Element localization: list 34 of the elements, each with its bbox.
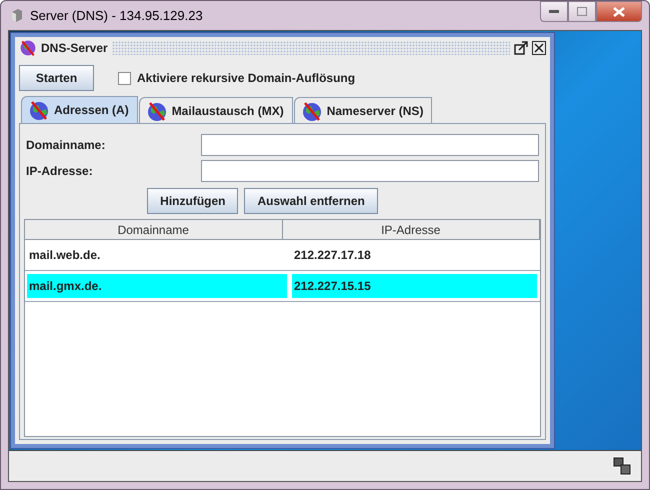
table-cell[interactable]: mail.gmx.de. — [27, 274, 287, 298]
table-cell[interactable]: 212.227.17.18 — [292, 243, 537, 267]
tab[interactable]: Mailaustausch (MX) — [138, 97, 293, 123]
checkbox-label: Aktiviere rekursive Domain-Auflösung — [137, 71, 356, 85]
checkbox[interactable] — [118, 72, 131, 84]
server-icon — [10, 8, 24, 24]
windows-icon[interactable] — [613, 457, 631, 475]
tab[interactable]: Adressen (A) — [21, 96, 138, 123]
close-button[interactable] — [596, 1, 642, 22]
column-header[interactable]: Domainname — [25, 220, 282, 239]
field-label: Domainname: — [25, 138, 106, 152]
globe-icon — [28, 99, 50, 121]
action-button[interactable]: Hinzufügen — [147, 188, 238, 214]
close-icon[interactable] — [532, 41, 546, 55]
globe-icon — [146, 100, 168, 122]
detach-icon[interactable] — [514, 41, 528, 55]
input-field[interactable] — [201, 134, 539, 156]
input-field[interactable] — [201, 160, 539, 182]
minimize-icon — [549, 10, 559, 14]
minimize-button[interactable] — [540, 1, 568, 22]
action-button[interactable]: Auswahl entfernen — [244, 188, 378, 214]
column-header[interactable]: IP-Adresse — [282, 220, 540, 239]
table-cell[interactable]: mail.web.de. — [27, 243, 287, 267]
maximize-icon — [577, 7, 587, 16]
frame-title: DNS-Server — [41, 41, 108, 55]
table-cell[interactable]: 212.227.15.15 — [292, 274, 537, 298]
tab[interactable]: Nameserver (NS) — [294, 97, 432, 123]
maximize-button[interactable] — [568, 1, 596, 22]
close-icon — [613, 6, 625, 16]
globe-icon — [300, 100, 323, 122]
start-button[interactable]: Starten — [19, 65, 94, 91]
globe-icon — [19, 39, 37, 57]
field-label: IP-Adresse: — [25, 164, 94, 178]
window-title: Server (DNS) - 134.95.129.23 — [30, 8, 204, 23]
